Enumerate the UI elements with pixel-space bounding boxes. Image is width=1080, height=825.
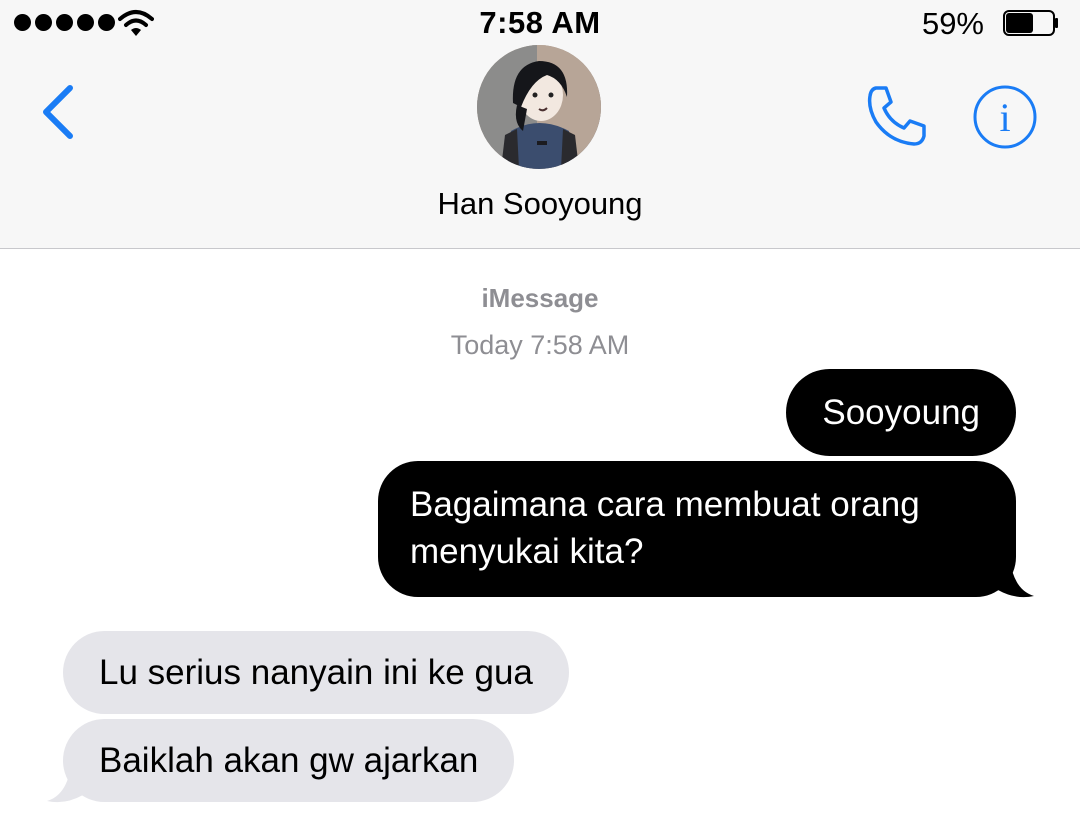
info-icon: i [973,85,1037,149]
back-button[interactable] [36,80,86,144]
status-time: 7:58 AM [479,5,601,40]
avatar-image [477,45,601,169]
phone-button[interactable] [862,82,930,150]
outgoing-message-bubble[interactable]: Bagaimana cara membuat orang menyukai ki… [378,461,1016,597]
incoming-message-bubble[interactable]: Lu serius nanyain ini ke gua [63,631,569,714]
contact-name[interactable]: Han Sooyoung [0,186,1080,222]
battery-icon [1003,10,1058,36]
navigation-header: 7:58 AM 59% Han Sooyoung i [0,0,1080,249]
phone-icon [867,86,926,146]
battery-percent: 59% [921,6,984,41]
svg-text:i: i [999,95,1010,140]
conversation-timestamp: Today 7:58 AM [450,330,630,360]
incoming-bubble-tail [47,765,91,803]
outgoing-bubble-tail [990,560,1034,598]
service-label: iMessage [481,283,599,313]
avatar[interactable] [477,45,601,169]
outgoing-message-bubble[interactable]: Sooyoung [786,369,1016,456]
info-button[interactable]: i [972,84,1038,150]
chevron-left-icon [43,85,73,139]
incoming-message-bubble[interactable]: Baiklah akan gw ajarkan [63,719,515,802]
